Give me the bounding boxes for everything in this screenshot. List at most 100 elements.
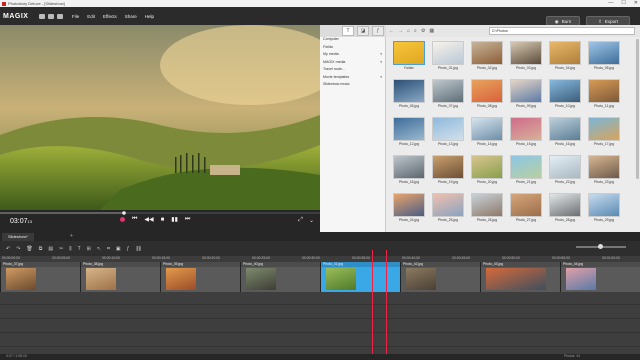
photo-thumbnail[interactable]: Photo_25.jpg — [431, 193, 465, 226]
photo-thumbnail[interactable]: Photo_24.jpg — [392, 193, 426, 226]
timeline-clip[interactable]: Photo_43.jpg — [480, 262, 560, 292]
photo-thumbnail[interactable]: Photo_02.jpg — [470, 41, 504, 74]
playhead[interactable] — [372, 250, 373, 360]
title-icon[interactable]: T — [78, 246, 81, 252]
crop-icon[interactable]: ⌗ — [107, 246, 110, 252]
rewind-icon[interactable]: ◀◀ — [144, 216, 153, 223]
tree-item-travel-route[interactable]: Travel route... — [320, 67, 385, 75]
scrubber[interactable] — [0, 211, 320, 215]
timeline-clip[interactable]: Photo_41.jpg — [320, 262, 400, 292]
status-left: 3:07 / 1:08:15 — [6, 354, 27, 358]
folder-up-icon[interactable]: ⌂ — [407, 28, 410, 34]
fx-icon[interactable]: ƒ — [127, 246, 130, 252]
photo-thumbnail[interactable]: Photo_16.jpg — [548, 117, 582, 150]
tree-item-computer[interactable]: Computer — [320, 37, 385, 45]
tab-slideshow[interactable]: Slideshow* — [2, 233, 34, 241]
photo-thumbnail[interactable]: Photo_11.jpg — [587, 79, 621, 112]
menu-effects[interactable]: Effects — [103, 14, 117, 19]
folder-icon[interactable] — [39, 13, 45, 19]
settings-icon[interactable]: ⚙ — [421, 28, 425, 34]
previous-icon[interactable]: ⏮ — [132, 216, 137, 223]
video-preview[interactable] — [0, 25, 320, 210]
photo-thumbnail[interactable]: Photo_08.jpg — [470, 79, 504, 112]
chevron-down-icon[interactable]: ⌄ — [309, 217, 314, 224]
record-button[interactable] — [120, 217, 125, 222]
next-icon[interactable]: ⏭ — [185, 216, 190, 223]
end-marker[interactable] — [386, 250, 387, 360]
photo-thumbnail[interactable]: Photo_09.jpg — [509, 79, 543, 112]
pointer-icon[interactable]: ↖ — [97, 246, 101, 252]
photo-thumbnail[interactable]: Photo_07.jpg — [431, 79, 465, 112]
photo-thumbnail[interactable]: Photo_04.jpg — [548, 41, 582, 74]
timeline-clip[interactable]: Photo_38.jpg — [80, 262, 160, 292]
delete-icon[interactable]: 🗑 — [26, 246, 32, 252]
media-scrollbar[interactable] — [636, 39, 639, 179]
tree-item-slideshow-music[interactable]: Slideshow music — [320, 82, 385, 90]
photo-thumbnail[interactable]: Photo_13.jpg — [431, 117, 465, 150]
cut-icon[interactable]: ✂ — [59, 246, 63, 252]
redo-icon[interactable]: ↷ — [16, 246, 20, 252]
zoom-slider[interactable] — [576, 244, 626, 249]
split-icon[interactable]: ⫼ — [69, 246, 71, 252]
photo-thumbnail[interactable]: Photo_22.jpg — [548, 155, 582, 188]
photo-thumbnail[interactable]: Photo_21.jpg — [509, 155, 543, 188]
stop-icon[interactable]: ■ — [161, 217, 165, 223]
photo-thumbnail[interactable]: Photo_18.jpg — [392, 155, 426, 188]
photo-thumbnail[interactable]: Photo_26.jpg — [470, 193, 504, 226]
timeline-clip[interactable]: Photo_37.jpg — [0, 262, 80, 292]
menu-share[interactable]: Share — [125, 14, 137, 19]
tab-import[interactable]: T — [342, 26, 354, 36]
menu-file[interactable]: File — [72, 14, 79, 19]
photo-thumbnail[interactable]: Photo_12.jpg — [392, 117, 426, 150]
group-icon[interactable]: ⊞ — [87, 246, 91, 252]
fullscreen-icon[interactable]: ⤢ — [298, 217, 303, 224]
photo-thumbnail[interactable]: Photo_06.jpg — [392, 79, 426, 112]
menu-edit[interactable]: Edit — [87, 14, 95, 19]
menu-help[interactable]: Help — [145, 14, 154, 19]
tree-item-forlan[interactable]: Förlän — [320, 45, 385, 53]
close-button[interactable]: ✕ — [634, 0, 638, 7]
tree-item-magix-media[interactable]: MAGIX media ▾ — [320, 60, 385, 68]
photo-thumbnail[interactable]: Photo_20.jpg — [470, 155, 504, 188]
image-icon[interactable]: ▣ — [116, 246, 121, 252]
photo-thumbnail[interactable]: Photo_05.jpg — [587, 41, 621, 74]
open-icon[interactable] — [48, 13, 54, 19]
paste-icon[interactable]: ▤ — [48, 246, 53, 252]
photo-thumbnail[interactable]: Photo_14.jpg — [470, 117, 504, 150]
add-tab-button[interactable]: + — [70, 233, 73, 239]
timeline-clip[interactable]: Photo_40.jpg — [240, 262, 320, 292]
tab-templates[interactable]: ◪ — [357, 26, 369, 36]
photo-thumbnail[interactable]: Photo_01.jpg — [431, 41, 465, 74]
folder-thumbnail[interactable]: Folder — [392, 41, 426, 74]
path-field[interactable]: D:\Photos — [489, 27, 635, 35]
maximize-button[interactable]: ☐ — [621, 0, 625, 7]
undo-icon[interactable]: ↶ — [6, 246, 10, 252]
photo-track[interactable]: Photo_37.jpg Photo_38.jpg Photo_39.jpg Phot… — [0, 262, 640, 292]
photo-thumbnail[interactable]: Photo_29.jpg — [587, 193, 621, 226]
tab-effects[interactable]: ƒ — [372, 26, 384, 36]
photo-thumbnail[interactable]: Photo_15.jpg — [509, 117, 543, 150]
forward-icon[interactable]: → — [398, 28, 403, 34]
minimize-button[interactable]: — — [608, 0, 613, 7]
back-icon[interactable]: ← — [389, 28, 394, 34]
tree-item-movie-templates[interactable]: Movie templates ▾ — [320, 75, 385, 83]
link-icon[interactable]: ⛓ — [135, 246, 141, 252]
timeline-lanes[interactable] — [0, 292, 640, 354]
photo-thumbnail[interactable]: Photo_19.jpg — [431, 155, 465, 188]
save-icon[interactable] — [57, 13, 63, 19]
view-icon[interactable]: ▦ — [429, 28, 434, 34]
timeline-clip[interactable]: Photo_44.jpg — [560, 262, 640, 292]
search-icon[interactable]: ⌕ — [414, 28, 417, 34]
photo-thumbnail[interactable]: Photo_10.jpg — [548, 79, 582, 112]
photo-thumbnail[interactable]: Photo_03.jpg — [509, 41, 543, 74]
timeline-clip[interactable]: Photo_42.jpg — [400, 262, 480, 292]
timeline-clip[interactable]: Photo_39.jpg — [160, 262, 240, 292]
play-pause-icon[interactable]: ▮▮ — [171, 216, 178, 223]
photo-thumbnail[interactable]: Photo_27.jpg — [509, 193, 543, 226]
photo-thumbnail[interactable]: Photo_23.jpg — [587, 155, 621, 188]
tree-item-my-media[interactable]: My media ▾ — [320, 52, 385, 60]
photo-thumbnail[interactable]: Photo_28.jpg — [548, 193, 582, 226]
zoom-slider-knob[interactable] — [598, 244, 603, 249]
photo-thumbnail[interactable]: Photo_17.jpg — [587, 117, 621, 150]
copy-icon[interactable]: ⧉ — [39, 246, 43, 252]
